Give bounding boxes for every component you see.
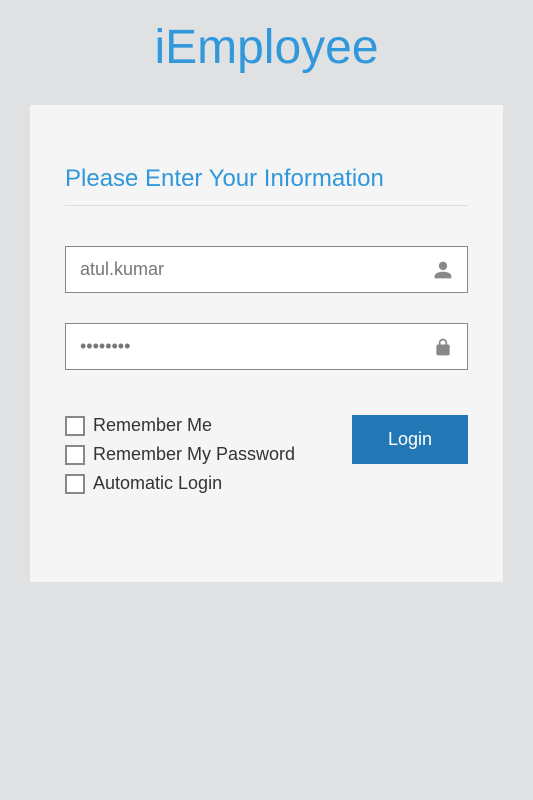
remember-me-row: Remember Me (65, 415, 337, 436)
auto-login-label: Automatic Login (93, 473, 222, 494)
remember-password-checkbox[interactable] (65, 445, 85, 465)
login-button[interactable]: Login (352, 415, 468, 464)
divider (65, 205, 468, 206)
remember-password-label: Remember My Password (93, 444, 295, 465)
app-title: iEmployee (0, 0, 533, 105)
remember-me-checkbox[interactable] (65, 416, 85, 436)
lock-icon (433, 337, 453, 357)
remember-me-label: Remember Me (93, 415, 212, 436)
checkbox-group: Remember Me Remember My Password Automat… (65, 415, 337, 502)
login-card: Please Enter Your Information Remember M… (30, 105, 503, 582)
password-input[interactable] (80, 336, 433, 357)
form-heading: Please Enter Your Information (65, 165, 468, 193)
auto-login-checkbox[interactable] (65, 474, 85, 494)
username-input[interactable] (80, 259, 433, 280)
remember-password-row: Remember My Password (65, 444, 337, 465)
password-field-container (65, 323, 468, 370)
user-icon (433, 260, 453, 280)
actions-row: Remember Me Remember My Password Automat… (65, 415, 468, 502)
username-field-container (65, 246, 468, 293)
auto-login-row: Automatic Login (65, 473, 337, 494)
